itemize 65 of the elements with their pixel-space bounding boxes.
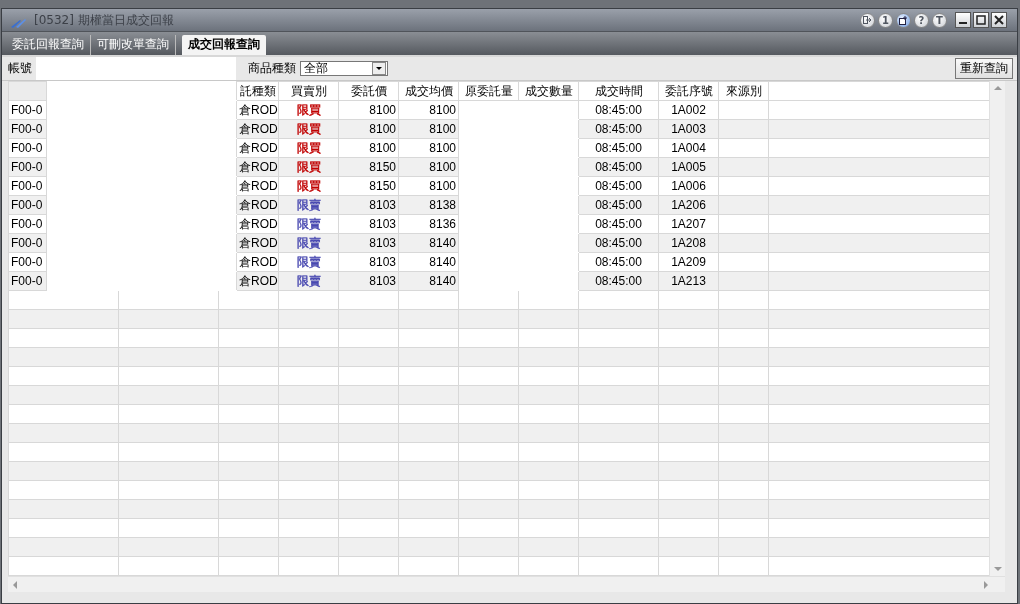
table-cell: 倉ROD [236,214,279,234]
table-cell: F00-0 [8,100,47,120]
table-cell: 8100 [398,138,459,158]
table-cell: 8150 [338,176,399,196]
column-header: 成交數量 [518,81,579,101]
product-type-label: 商品種類 [248,60,296,77]
toolbar-button[interactable]: ? [914,12,929,28]
column-header: 買賣別 [278,81,339,101]
table-cell: 08:45:00 [578,138,659,158]
table-cell: 8100 [338,100,399,120]
table-cell: 08:45:00 [578,176,659,196]
table-cell: F00-0 [8,176,47,196]
table-cell: 1A004 [658,138,719,158]
table-cell: 1A002 [658,100,719,120]
column-header: 委託價 [338,81,399,101]
column-header: 委託序號 [658,81,719,101]
toolbar-button[interactable]: T [932,12,947,28]
tab[interactable]: 可刪改單查詢 [91,35,176,55]
table-cell: 限賣 [296,216,321,231]
column-header: 託種類 [236,81,279,101]
table-cell: 8103 [338,214,399,234]
table-cell: 08:45:00 [578,214,659,234]
table-cell: 限買 [296,121,321,136]
table-cell: 8140 [398,252,459,272]
table-cell: F00-0 [8,138,47,158]
table-cell: F00-0 [8,214,47,234]
table-cell: 倉ROD [236,252,279,272]
table-cell: 倉ROD [236,176,279,196]
table-cell: 08:45:00 [578,100,659,120]
table-cell: 8100 [398,176,459,196]
table-cell: 限賣 [296,254,321,269]
requery-button[interactable]: 重新查詢 [955,58,1013,79]
table-cell: 8103 [338,252,399,272]
table-cell: 倉ROD [236,138,279,158]
window-title: [0532] 期權當日成交回報 [34,11,175,29]
table-cell: 8136 [398,214,459,234]
product-type-dropdown[interactable]: 全部 [300,61,388,76]
maximize-icon[interactable] [973,12,989,28]
table-cell: 1A207 [658,214,719,234]
table-cell: 08:45:00 [578,252,659,272]
exit-icon[interactable] [860,12,875,28]
table-cell: 8100 [398,100,459,120]
account-label: 帳號 [8,60,32,77]
table-cell: F00-0 [8,252,47,272]
column-header: 成交時間 [578,81,659,101]
table-cell: 限賣 [296,197,321,212]
table-cell: 限買 [296,140,321,155]
add-window-icon[interactable] [896,12,911,28]
close-icon[interactable] [991,12,1007,28]
column-header: 原委託量 [458,81,519,101]
table-cell: 限買 [296,102,321,117]
table-cell: 1A006 [658,176,719,196]
table-cell: 限賣 [296,273,321,288]
table-cell: 1A209 [658,252,719,272]
tab[interactable]: 成交回報查詢 [182,35,266,55]
column-header: 成交均價 [398,81,459,101]
table-cell: 8100 [338,138,399,158]
tab[interactable]: 委託回報查詢 [6,35,91,55]
toolbar-button[interactable]: 1 [878,12,893,28]
table-cell: 限買 [296,159,321,174]
table-cell: 限買 [296,178,321,193]
table-cell: 限賣 [296,235,321,250]
column-header: 來源別 [718,81,769,101]
minimize-icon[interactable] [955,12,971,28]
table-cell: 倉ROD [236,100,279,120]
